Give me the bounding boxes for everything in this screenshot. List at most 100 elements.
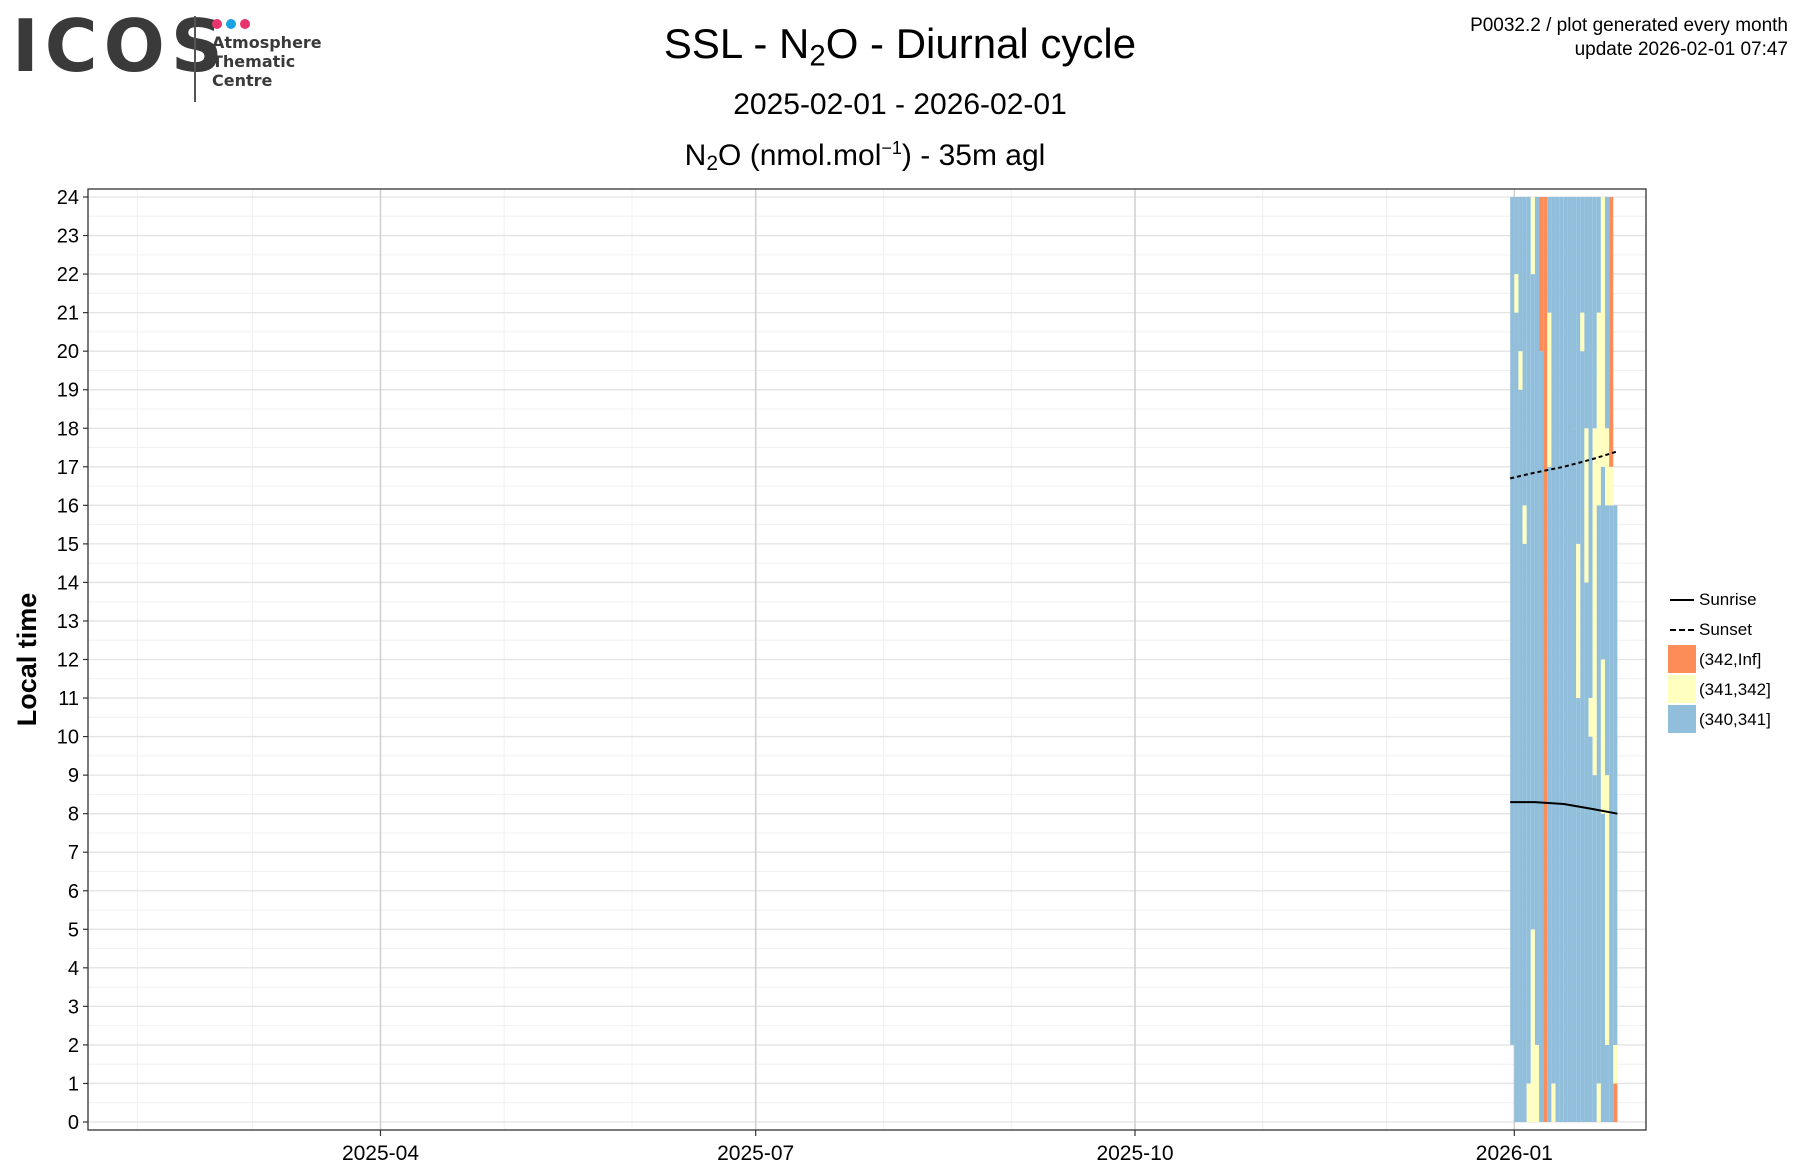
y-tick-label: 5	[68, 919, 79, 941]
heatmap-cell	[1592, 197, 1597, 429]
heatmap-cell	[1572, 197, 1577, 429]
y-tick-label: 14	[57, 572, 79, 594]
heatmap-cell	[1609, 197, 1614, 467]
y-tick-label: 13	[57, 611, 79, 633]
heatmap-cell	[1530, 197, 1535, 275]
heatmap-cell	[1596, 312, 1601, 506]
heatmap-cell	[1543, 197, 1548, 1122]
legend-label: Sunset	[1699, 620, 1752, 639]
heatmap-cell	[1526, 197, 1531, 1084]
y-tick-label: 23	[57, 226, 79, 248]
heatmap-cell	[1580, 312, 1585, 352]
legend-swatch	[1668, 705, 1696, 733]
y-tick-label: 11	[58, 688, 79, 710]
subtitle-part: ) - 35m agl	[901, 138, 1046, 172]
y-tick-label: 22	[57, 264, 79, 286]
heatmap-cell	[1600, 813, 1606, 1122]
heatmap-cell	[1510, 197, 1515, 1045]
subtitle-part: N	[684, 138, 707, 172]
y-tick-label: 12	[57, 650, 79, 672]
subtitle-subscript: 2	[706, 152, 719, 176]
y-tick-label: 7	[68, 842, 79, 864]
y-axis-label: Local time	[12, 593, 42, 727]
heatmap-cell	[1580, 197, 1585, 313]
y-tick-label: 17	[57, 457, 79, 479]
y-tick-label: 18	[57, 418, 79, 440]
y-tick-label: 24	[57, 187, 79, 209]
heatmap-cell	[1547, 197, 1552, 313]
heatmap-cell	[1605, 775, 1610, 1045]
plot-info: P0032.2 / plot generated every month upd…	[1470, 14, 1788, 62]
x-tick-label: 2025-10	[1096, 1142, 1173, 1165]
heatmap-cell	[1534, 1044, 1540, 1122]
heatmap-cell	[1613, 1044, 1618, 1084]
y-tick-label: 16	[57, 495, 79, 517]
heatmap-cell	[1530, 929, 1535, 1122]
heatmap-cell	[1547, 466, 1552, 1123]
heatmap-cell	[1576, 698, 1581, 1122]
legend-dashed-line-icon	[1670, 629, 1694, 631]
heatmap-cell	[1584, 197, 1589, 429]
y-tick-label: 8	[68, 804, 79, 826]
y-tick-label: 4	[68, 958, 79, 980]
legend-label: (340,341]	[1699, 710, 1771, 729]
heatmap-cell	[1514, 312, 1519, 1122]
legend-solid-line-icon	[1670, 599, 1694, 601]
heatmap-cell	[1609, 466, 1614, 506]
title-subscript: 2	[809, 39, 826, 73]
legend-label: (341,342]	[1699, 680, 1771, 699]
heatmap-cell	[1596, 197, 1601, 313]
heatmap-cell	[1613, 1083, 1618, 1122]
heatmap-cell	[1518, 389, 1523, 1122]
heatmap-cell	[1600, 659, 1606, 814]
legend-label: Sunrise	[1699, 590, 1757, 609]
heatmap-cell	[1609, 1083, 1614, 1122]
heatmap-cell	[1572, 428, 1577, 1122]
heatmap-cell	[1539, 351, 1544, 1123]
y-tick-label: 19	[57, 380, 79, 402]
heatmap-cell	[1551, 1083, 1556, 1122]
y-tick-label: 3	[68, 996, 79, 1018]
heatmap-cell	[1605, 1044, 1610, 1122]
heatmap-cell	[1596, 505, 1601, 1084]
heatmap-cell	[1547, 312, 1552, 467]
y-tick-label: 10	[57, 727, 79, 749]
y-tick-label: 9	[68, 765, 79, 787]
legend-label: (342,Inf]	[1699, 650, 1762, 669]
heatmap-cell	[1522, 505, 1527, 544]
title-part: SSL - N	[663, 20, 810, 67]
heatmap-cell	[1534, 197, 1540, 1045]
date-range: 2025-02-01 - 2026-02-01	[733, 88, 1067, 121]
heatmap-cell	[1584, 428, 1589, 583]
plot-info-line: P0032.2 / plot generated every month	[1470, 15, 1788, 36]
heatmap-cell	[1588, 197, 1593, 699]
heatmap-cell	[1559, 197, 1564, 1122]
y-tick-label: 1	[68, 1073, 79, 1095]
heatmap-cell	[1563, 197, 1568, 1122]
heatmap-cell	[1588, 698, 1593, 737]
heatmap-cell	[1580, 351, 1585, 1123]
heatmap-cell	[1518, 351, 1523, 390]
heatmap-cell	[1613, 505, 1618, 1045]
heatmap-cell	[1600, 466, 1606, 660]
legend-swatch	[1668, 675, 1696, 703]
x-tick-label: 2025-04	[342, 1142, 419, 1165]
heatmap-cell	[1555, 197, 1560, 1122]
heatmap-cell	[1522, 197, 1527, 506]
heatmap-cell	[1600, 197, 1606, 467]
y-tick-label: 15	[57, 534, 79, 556]
heatmap-cell	[1539, 197, 1544, 352]
y-tick-label: 21	[57, 303, 79, 325]
heatmap-cell	[1605, 428, 1610, 506]
heatmap-cell	[1518, 197, 1523, 352]
y-tick-label: 20	[57, 341, 79, 363]
y-tick-label: 0	[68, 1112, 79, 1134]
heatmap-cell	[1514, 274, 1519, 313]
heatmap-cell	[1576, 197, 1581, 544]
legend-swatch	[1668, 645, 1696, 673]
subtitle-superscript: −1	[881, 138, 902, 158]
x-tick-label: 2026-01	[1476, 1142, 1553, 1165]
subtitle-part: O (nmol.mol	[718, 138, 882, 172]
heatmap-cell	[1530, 274, 1535, 930]
heatmap-cell	[1567, 197, 1573, 1122]
